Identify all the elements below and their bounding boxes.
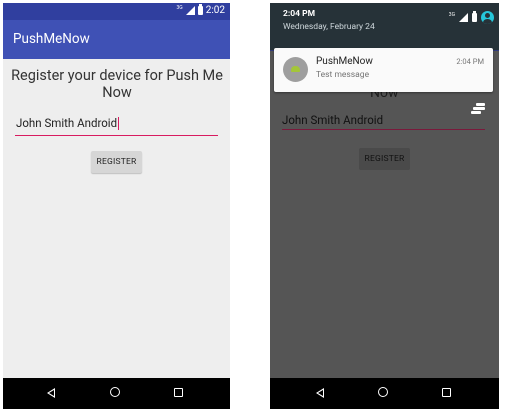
register-heading: Register your device for Push Me Now <box>11 67 223 101</box>
battery-icon <box>472 11 477 22</box>
name-input-value: John Smith Android <box>16 116 118 130</box>
shade-date: Wednesday, February 24 <box>283 22 375 32</box>
right-phone-screen: Now John Smith Android REGISTER 2:04 PM … <box>270 3 499 409</box>
notification-shade-header[interactable]: 2:04 PM Wednesday, February 24 3G <box>270 3 499 50</box>
register-button[interactable]: REGISTER <box>91 151 142 173</box>
nav-back-icon[interactable] <box>47 388 55 398</box>
navigation-bar <box>3 378 230 409</box>
navigation-bar <box>270 378 499 409</box>
battery-icon <box>197 4 203 15</box>
name-input-value: John Smith Android <box>282 113 384 127</box>
name-input[interactable]: John Smith Android <box>15 112 218 136</box>
signal-icon <box>459 13 468 22</box>
app-bar: PushMeNow <box>3 20 230 59</box>
notification-message: Test message <box>316 70 370 80</box>
status-bar: 3G 2:02 <box>3 3 230 20</box>
notification-time: 2:04 PM <box>456 57 484 66</box>
nav-home-icon[interactable] <box>378 387 388 397</box>
shade-time: 2:04 PM <box>283 9 316 19</box>
register-button[interactable]: REGISTER <box>359 148 410 170</box>
notification-card[interactable]: PushMeNow Test message 2:04 PM <box>274 48 493 92</box>
network-type: 3G <box>448 11 455 18</box>
notification-app-icon <box>283 57 308 82</box>
nav-recents-icon[interactable] <box>442 388 451 397</box>
shade-status-icons: 3G <box>449 11 494 24</box>
nav-recents-icon[interactable] <box>174 388 183 397</box>
android-robot-icon <box>291 66 300 72</box>
app-title: PushMeNow <box>13 31 90 47</box>
network-type: 3G <box>176 4 183 11</box>
signal-icon <box>185 6 195 15</box>
left-phone-screen: 3G 2:02 PushMeNow Register your device f… <box>3 3 230 409</box>
status-icons: 3G 2:02 <box>176 4 225 16</box>
text-cursor <box>118 117 120 131</box>
name-input[interactable]: John Smith Android <box>282 111 485 130</box>
nav-home-icon[interactable] <box>110 387 120 397</box>
account-icon[interactable] <box>481 11 494 24</box>
status-time: 2:02 <box>205 5 225 16</box>
notification-title: PushMeNow <box>316 56 373 67</box>
nav-back-icon[interactable] <box>316 388 324 398</box>
